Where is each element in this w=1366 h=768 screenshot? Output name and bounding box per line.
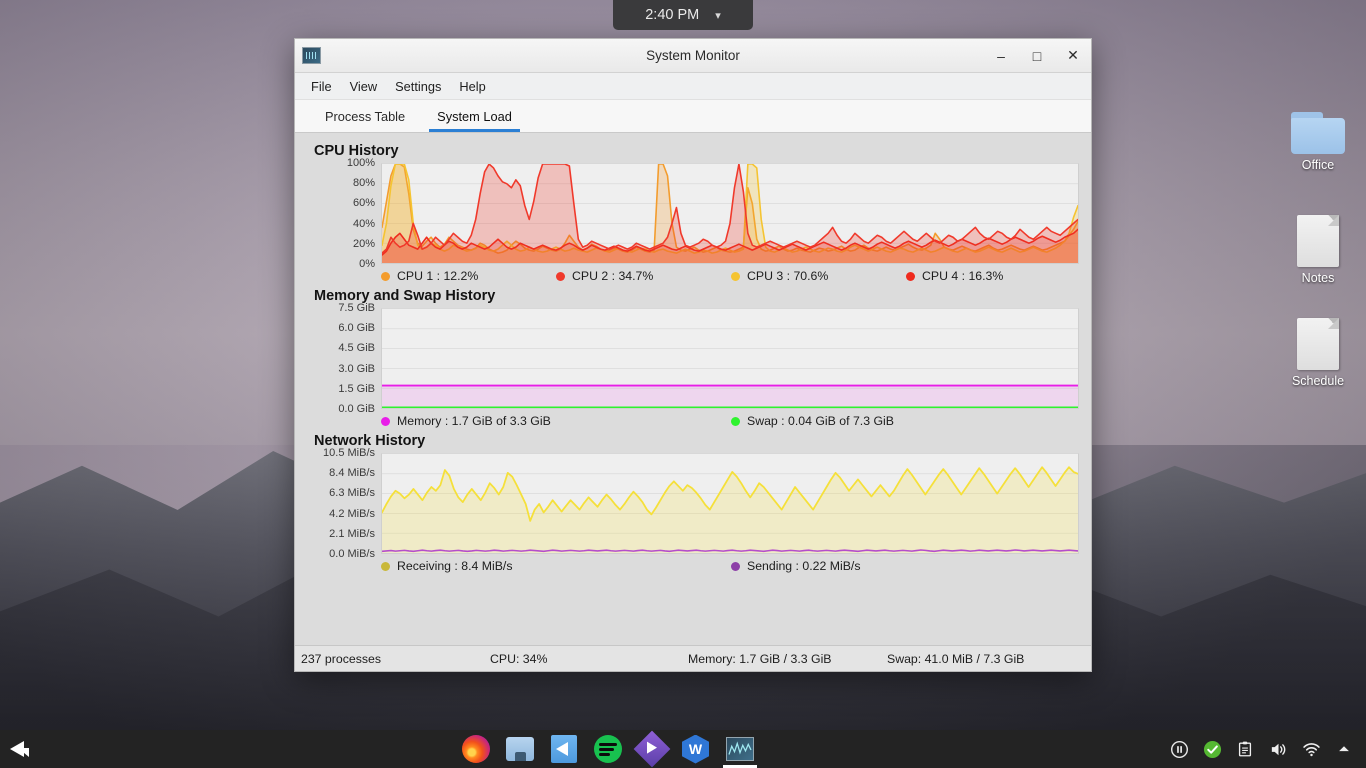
taskbar-item-firefox[interactable] — [459, 732, 493, 766]
taskbar: W — [0, 730, 1366, 768]
legend-dot-icon — [381, 271, 390, 281]
desktop-icon-schedule[interactable]: Schedule — [1270, 318, 1366, 388]
clock-time: 2:40 PM — [645, 7, 700, 23]
volume-icon[interactable] — [1268, 739, 1288, 759]
network-legend: Receiving : 8.4 MiB/s Sending : 0.22 MiB… — [305, 559, 1079, 573]
folder-icon — [1291, 112, 1345, 154]
document-icon — [1297, 318, 1339, 370]
clipboard-icon[interactable] — [1235, 739, 1255, 759]
status-swap: Swap: 41.0 MiB / 7.3 GiB — [887, 651, 1025, 666]
legend-swap: Swap : 0.04 GiB of 7.3 GiB — [731, 414, 894, 428]
status-memory: Memory: 1.7 GiB / 3.3 GiB — [688, 651, 832, 666]
cpu-history-title: CPU History — [314, 143, 399, 159]
legend-dot-icon — [381, 561, 390, 571]
blue-app-icon — [550, 735, 577, 763]
media-player-icon — [633, 730, 670, 768]
network-history-section: Network History 10.5 MiB/s 8.4 MiB/s 6.3… — [305, 433, 1079, 573]
clock-panel[interactable]: 2:40 PM ▾ — [613, 0, 753, 30]
window-titlebar[interactable]: System Monitor – □ ✕ — [295, 39, 1091, 73]
taskbar-item-spotify[interactable] — [591, 732, 625, 766]
menu-file[interactable]: File — [302, 76, 341, 97]
legend-receiving: Receiving : 8.4 MiB/s — [381, 559, 731, 573]
system-tray — [1169, 739, 1366, 759]
legend-memory: Memory : 1.7 GiB of 3.3 GiB — [381, 414, 731, 428]
legend-dot-icon — [731, 271, 740, 281]
legend-sending: Sending : 0.22 MiB/s — [731, 559, 860, 573]
network-history-plot[interactable] — [381, 453, 1079, 554]
menubar: File View Settings Help — [295, 73, 1091, 100]
spotify-icon — [593, 735, 622, 763]
tabbar: Process Table System Load — [295, 100, 1091, 133]
legend-dot-icon — [906, 271, 915, 281]
system-monitor-icon — [725, 737, 754, 761]
menu-settings[interactable]: Settings — [386, 76, 450, 97]
launcher-button[interactable] — [0, 730, 46, 768]
cpu-history-plot[interactable] — [381, 163, 1079, 264]
wps-office-icon: W — [682, 734, 709, 764]
legend-dot-icon — [731, 416, 740, 426]
taskbar-item-file-manager[interactable] — [503, 732, 537, 766]
menu-help[interactable]: Help — [450, 76, 494, 97]
file-manager-icon — [505, 737, 534, 761]
chevron-down-icon[interactable]: ▾ — [715, 9, 721, 22]
tab-system-load[interactable]: System Load — [421, 100, 528, 132]
memory-y-axis: 7.5 GiB 6.0 GiB 4.5 GiB 3.0 GiB 1.5 GiB … — [338, 302, 375, 415]
menu-view[interactable]: View — [341, 76, 387, 97]
status-processes: 237 processes — [301, 651, 381, 666]
legend-cpu-3: CPU 3 : 70.6% — [731, 269, 906, 283]
statusbar: 237 processes CPU: 34% Memory: 1.7 GiB /… — [295, 645, 1091, 671]
legend-cpu-4: CPU 4 : 16.3% — [906, 269, 1003, 283]
memory-swap-plot[interactable] — [381, 308, 1079, 409]
taskbar-item-blue-app[interactable] — [547, 732, 581, 766]
task-list: W — [46, 730, 1169, 768]
desktop-icon-office[interactable]: Office — [1270, 112, 1366, 172]
document-icon — [1297, 215, 1339, 267]
taskbar-item-system-monitor[interactable] — [722, 732, 757, 768]
pause-icon[interactable] — [1169, 739, 1189, 759]
check-icon[interactable] — [1202, 739, 1222, 759]
tab-process-table[interactable]: Process Table — [309, 100, 421, 132]
wifi-icon[interactable] — [1301, 739, 1321, 759]
legend-dot-icon — [381, 416, 390, 426]
taskbar-item-wps-office[interactable]: W — [679, 732, 713, 766]
bird-launcher-icon — [10, 739, 36, 759]
desktop-icon-label: Notes — [1301, 271, 1335, 285]
cpu-legend: CPU 1 : 12.2% CPU 2 : 34.7% CPU 3 : 70.6… — [305, 269, 1079, 283]
memory-swap-history-section: Memory and Swap History 7.5 GiB 6.0 GiB … — [305, 288, 1079, 428]
taskbar-item-media-player[interactable] — [633, 730, 670, 768]
cpu-history-section: CPU History 100% 80% 60% 40% 20% 0% CPU … — [305, 143, 1079, 283]
desktop-icon-notes[interactable]: Notes — [1270, 215, 1366, 285]
window-title: System Monitor — [646, 48, 740, 63]
legend-cpu-2: CPU 2 : 34.7% — [556, 269, 731, 283]
network-history-title: Network History — [314, 433, 426, 449]
desktop-icon-label: Schedule — [1291, 374, 1345, 388]
legend-dot-icon — [731, 561, 740, 571]
memory-legend: Memory : 1.7 GiB of 3.3 GiB Swap : 0.04 … — [305, 414, 1079, 428]
network-y-axis: 10.5 MiB/s 8.4 MiB/s 6.3 MiB/s 4.2 MiB/s… — [323, 447, 375, 560]
memory-swap-history-title: Memory and Swap History — [314, 288, 496, 304]
cpu-y-axis: 100% 80% 60% 40% 20% 0% — [346, 157, 375, 270]
show-hidden-icon[interactable] — [1334, 739, 1354, 759]
desktop-icon-label: Office — [1301, 158, 1335, 172]
system-monitor-window: System Monitor – □ ✕ File View Settings … — [294, 38, 1092, 672]
legend-cpu-1: CPU 1 : 12.2% — [381, 269, 556, 283]
legend-dot-icon — [556, 271, 565, 281]
status-cpu: CPU: 34% — [490, 651, 548, 666]
system-load-content: CPU History 100% 80% 60% 40% 20% 0% CPU … — [295, 133, 1091, 645]
firefox-icon — [461, 735, 490, 763]
